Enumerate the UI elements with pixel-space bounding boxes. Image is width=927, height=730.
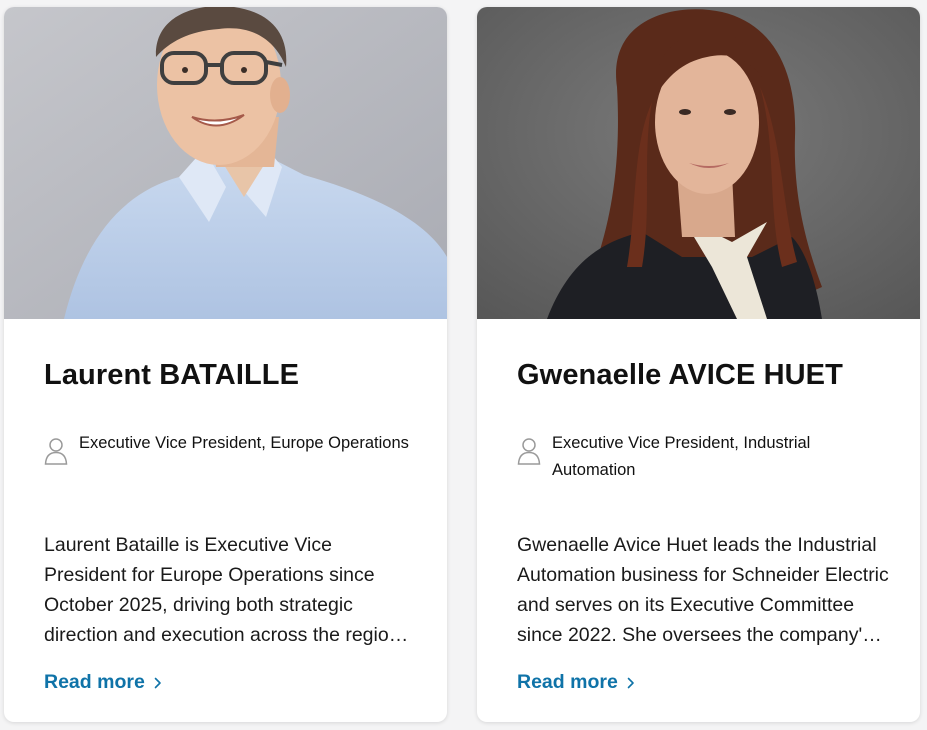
leader-role: Executive Vice President, Europe Operati… [44, 430, 417, 486]
portrait-photo-icon [4, 7, 447, 319]
leader-role: Executive Vice President, Industrial Aut… [517, 430, 890, 486]
leader-description: Gwenaelle Avice Huet leads the Industria… [517, 533, 889, 646]
read-more-link[interactable]: Read more [44, 671, 162, 694]
read-more-label: Read more [517, 671, 618, 693]
leader-card[interactable]: Laurent BATAILLE Executive Vice Presiden… [4, 7, 447, 722]
leader-role-text: Executive Vice President, Europe Operati… [79, 434, 409, 452]
person-icon [44, 438, 68, 465]
leader-card[interactable]: Gwenaelle AVICE HUET Executive Vice Pres… [477, 7, 920, 722]
leader-name: Laurent BATAILLE [44, 359, 300, 391]
leader-photo[interactable] [4, 7, 447, 319]
person-icon [517, 438, 541, 465]
leader-name: Gwenaelle AVICE HUET [517, 359, 843, 391]
chevron-right-icon [154, 677, 161, 688]
leader-role-text: Executive Vice President, Industrial Aut… [552, 434, 811, 479]
chevron-right-icon [627, 677, 634, 688]
read-more-link[interactable]: Read more [517, 671, 635, 694]
read-more-label: Read more [44, 671, 145, 693]
leader-photo[interactable] [477, 7, 920, 319]
leaders-grid: Laurent BATAILLE Executive Vice Presiden… [0, 0, 927, 730]
portrait-photo-icon [477, 7, 920, 319]
leader-description: Laurent Bataille is Executive Vice Presi… [44, 533, 400, 646]
